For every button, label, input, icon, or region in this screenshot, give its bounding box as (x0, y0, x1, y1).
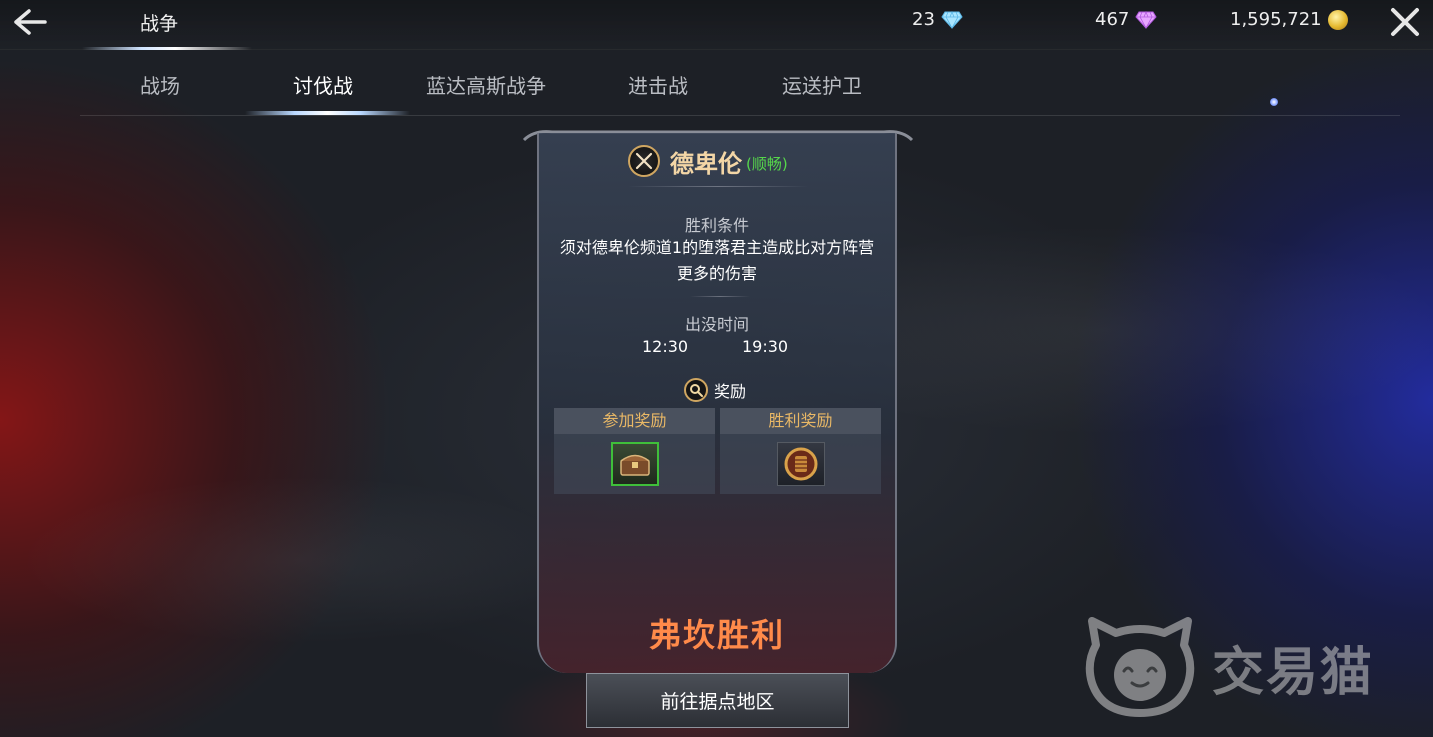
page-title: 战争 (140, 13, 179, 35)
back-arrow-icon[interactable] (10, 4, 50, 40)
watermark-text: 交易猫 (1212, 642, 1375, 703)
cat-logo-icon (1085, 617, 1195, 717)
currency-purple-value: 467 (1095, 9, 1130, 30)
tab-battlefield[interactable]: 战场 (140, 70, 180, 99)
region-name: 德卑伦 (670, 149, 742, 178)
close-icon[interactable] (1385, 4, 1425, 40)
gold-coin-icon (1327, 9, 1348, 30)
diamond-icon (941, 10, 963, 29)
appear-time-label: 出没时间 (684, 315, 749, 334)
sparkle-decoration (1270, 98, 1278, 106)
panel-header: 德卑伦 (顺畅) (628, 143, 788, 179)
appear-time-1: 12:30 (642, 337, 689, 356)
currency-diamond: 23 (912, 9, 963, 30)
participation-reward: 参加奖励 (554, 408, 715, 494)
reward-header: 奖励 (684, 378, 746, 402)
victory-condition-text: 须对德卑伦频道1的堕落君主造成比对方阵营更多的伤害 (559, 238, 875, 283)
victory-condition-label: 胜利条件 (684, 216, 749, 235)
victory-reward-label: 胜利奖励 (720, 408, 881, 434)
reward-label: 奖励 (714, 382, 747, 401)
tab-bar: 战场 讨伐战 蓝达高斯战争 进击战 运送护卫 (80, 52, 1400, 116)
fist-emblem-icon[interactable] (777, 442, 825, 486)
currency-diamond-value: 23 (912, 9, 935, 30)
divider (628, 186, 808, 187)
appear-time-2: 19:30 (742, 337, 789, 356)
treasure-chest-icon[interactable] (611, 442, 659, 486)
participation-reward-label: 参加奖励 (554, 408, 715, 434)
tab-crusade[interactable]: 讨伐战 (293, 70, 353, 99)
crossed-swords-icon (628, 145, 660, 177)
title-underline (82, 47, 252, 50)
top-bar: 战争 23 467 1,595,721 (0, 0, 1433, 50)
currency-purple-diamond: 467 (1095, 9, 1157, 30)
active-tab-indicator (245, 111, 410, 115)
victory-reward: 胜利奖励 (720, 408, 881, 494)
currency-gold-value: 1,595,721 (1230, 9, 1322, 30)
tab-landagos-war[interactable]: 蓝达高斯战争 (426, 70, 546, 99)
battle-result: 弗坎胜利 (648, 616, 785, 654)
divider (690, 296, 750, 297)
goto-stronghold-button[interactable]: 前往据点地区 (586, 673, 849, 728)
magnifier-icon[interactable] (684, 378, 708, 402)
tab-escort[interactable]: 运送护卫 (782, 70, 862, 99)
tab-assault[interactable]: 进击战 (628, 70, 688, 99)
server-status: (顺畅) (746, 154, 788, 173)
currency-gold: 1,595,721 (1230, 9, 1348, 30)
purple-diamond-icon (1135, 10, 1157, 29)
watermark: 交易猫 (1082, 615, 1374, 719)
